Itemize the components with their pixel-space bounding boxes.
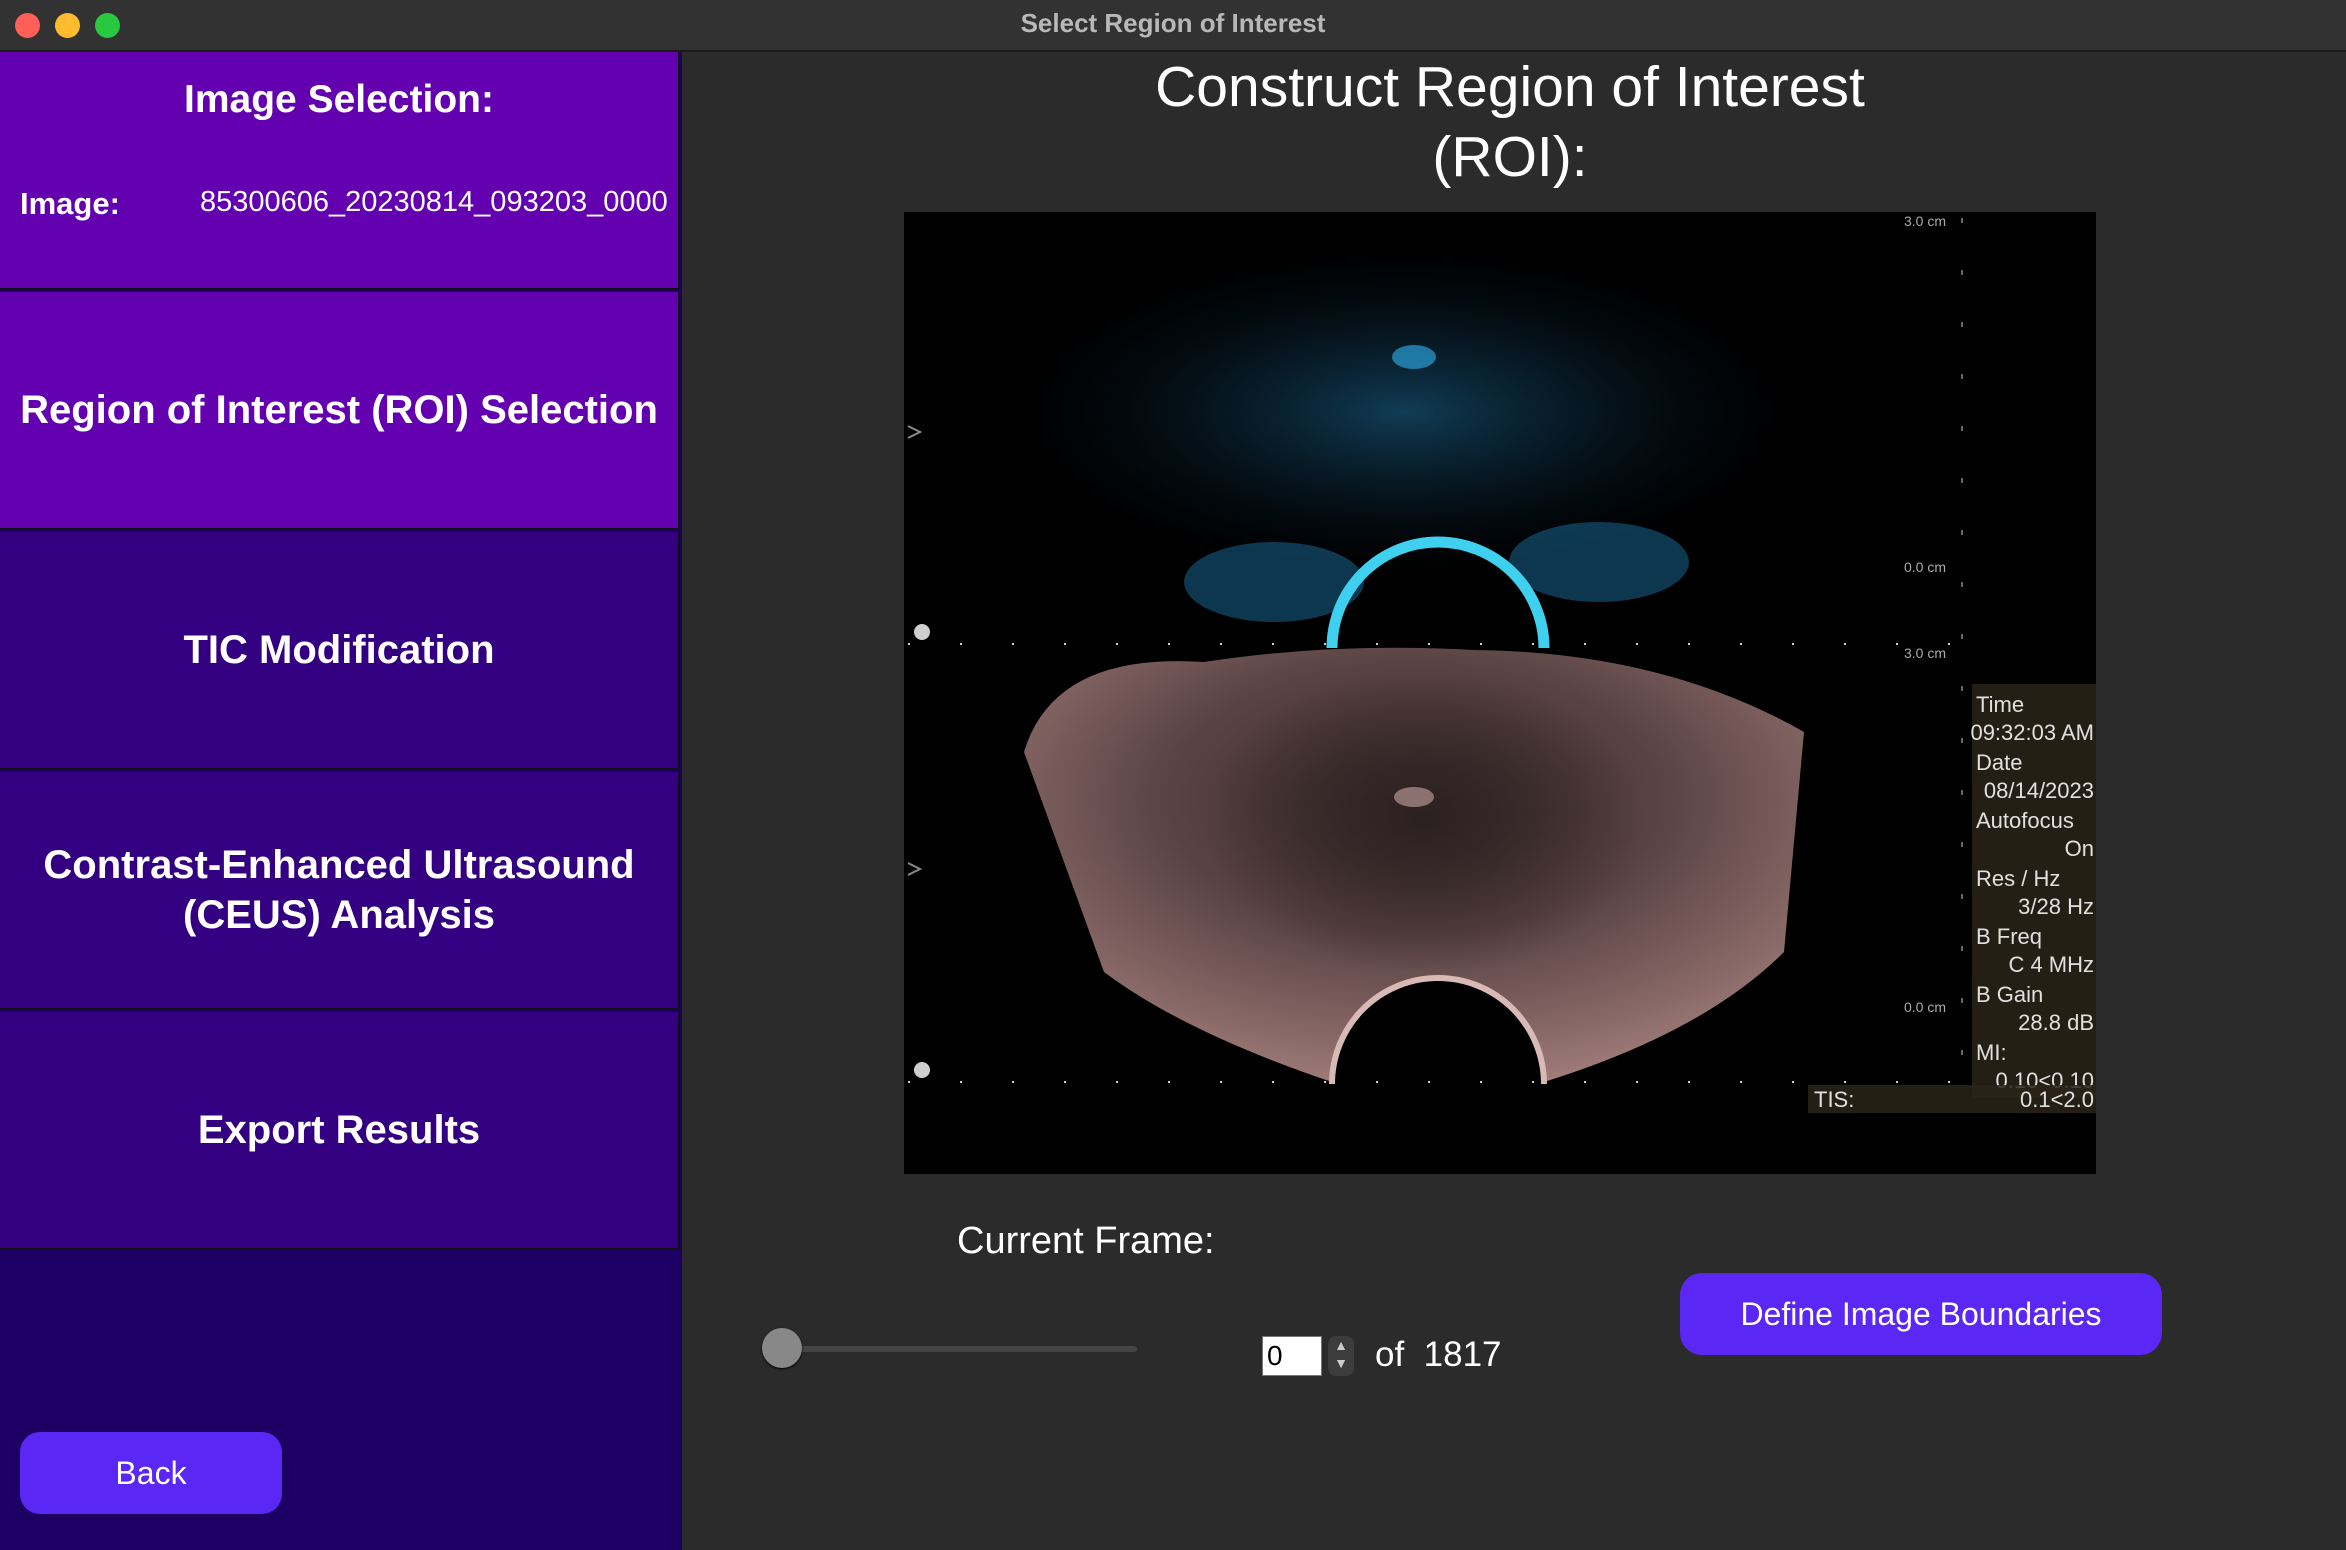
ultrasound-image: 3.0 cm 0.0 cm 3.0 cm 0.0 cm Time 09:32:03… <box>907 213 2096 1113</box>
page-title: Construct Region of Interest (ROI): <box>1010 52 2010 192</box>
back-button[interactable]: Back <box>20 1432 282 1514</box>
current-frame-label: Current Frame: <box>957 1220 1215 1262</box>
page-title-line2: (ROI): <box>1432 125 1588 189</box>
image-label: Image: <box>20 186 120 221</box>
info-value: 09:32:03 AM <box>1970 720 2094 745</box>
ultrasound-image-view[interactable]: 3.0 cm 0.0 cm 3.0 cm 0.0 cm Time 09:32:03… <box>904 212 2096 1174</box>
title-bar: Select Region of Interest <box>0 0 2346 52</box>
frame-slider-track <box>762 1346 1137 1352</box>
tis-label: TIS: <box>1814 1087 1854 1112</box>
ceus-analysis-label: Contrast-Enhanced Ultrasound (CEUS) Anal… <box>0 772 678 1008</box>
info-key: Autofocus <box>1976 808 2074 833</box>
tis-value: 0.1<2.0 <box>2020 1087 2094 1112</box>
frame-slider[interactable] <box>762 1328 1137 1368</box>
export-results-label: Export Results <box>197 1108 481 1152</box>
frame-slider-thumb[interactable] <box>762 1328 802 1368</box>
bright-spot <box>1394 787 1434 807</box>
sidebar-item-roi-selection[interactable]: Region of Interest (ROI) Selection <box>0 292 680 530</box>
ceus-label-line2: (CEUS) Analysis <box>183 893 495 937</box>
info-value: 28.8 dB <box>2018 1010 2094 1035</box>
sidebar-item-tic-modification[interactable]: TIC Modification <box>0 532 680 770</box>
frame-total: of 1817 <box>1375 1335 1502 1375</box>
scale-label-mid: 0.0 cm <box>1904 559 1946 575</box>
info-value: On <box>2065 836 2094 861</box>
contrast-cluster-right <box>1509 522 1689 602</box>
frame-spinner-arrows[interactable]: ▲ ▼ <box>1328 1336 1354 1376</box>
roi-selection-label: Region of Interest (ROI) Selection <box>20 388 658 432</box>
info-value: C 4 MHz <box>2008 952 2094 977</box>
chevron-down-icon[interactable]: ▼ <box>1328 1354 1354 1372</box>
window-title: Select Region of Interest <box>1020 8 1326 38</box>
chevron-up-icon[interactable]: ▲ <box>1328 1336 1354 1354</box>
info-key: Time <box>1976 692 2024 717</box>
scale-label-top: 3.0 cm <box>1904 213 1946 229</box>
ultrasound-info-overlay: Time 09:32:03 AM Date 08/14/2023 Autofocus On… <box>1808 684 2096 1113</box>
sidebar-item-image-selection[interactable]: Image Selection: Image: 85300606_2023081… <box>0 52 680 290</box>
scale-label-bottom: 0.0 cm <box>1904 999 1946 1015</box>
marker-dot-top <box>914 624 930 640</box>
marker-dot-bottom <box>914 1062 930 1078</box>
info-key: Res / Hz <box>1976 866 2060 891</box>
frame-total-value: 1817 <box>1423 1335 1502 1374</box>
scale-label-mid2: 3.0 cm <box>1904 645 1946 661</box>
image-filename: 85300606_20230814_093203_0000 <box>200 186 668 218</box>
info-key: B Gain <box>1976 982 2043 1007</box>
info-value: 3/28 Hz <box>2018 894 2094 919</box>
info-key: Date <box>1976 750 2022 775</box>
frame-number-input[interactable] <box>1262 1336 1322 1376</box>
contrast-speckle-region <box>1024 252 1784 572</box>
ceus-label-line1: Contrast-Enhanced Ultrasound <box>43 843 635 887</box>
info-key: B Freq <box>1976 924 2042 949</box>
sidebar-item-export-results[interactable]: Export Results <box>0 1012 680 1250</box>
info-key: MI: <box>1976 1040 2007 1065</box>
left-marker-2 <box>907 862 923 876</box>
frame-of-label: of <box>1375 1335 1405 1374</box>
contrast-spot <box>1392 345 1436 369</box>
image-selection-title: Image Selection: <box>184 78 494 121</box>
page-title-line1: Construct Region of Interest <box>1155 55 1865 119</box>
define-image-boundaries-button[interactable]: Define Image Boundaries <box>1680 1273 2162 1355</box>
info-value: 08/14/2023 <box>1984 778 2094 803</box>
sidebar-item-ceus-analysis[interactable]: Contrast-Enhanced Ultrasound (CEUS) Anal… <box>0 772 680 1010</box>
left-marker-1 <box>907 425 923 439</box>
tic-modification-label: TIC Modification <box>183 628 495 672</box>
sidebar: Image Selection: Image: 85300606_2023081… <box>0 52 682 1550</box>
prostate-region <box>1204 672 1644 972</box>
